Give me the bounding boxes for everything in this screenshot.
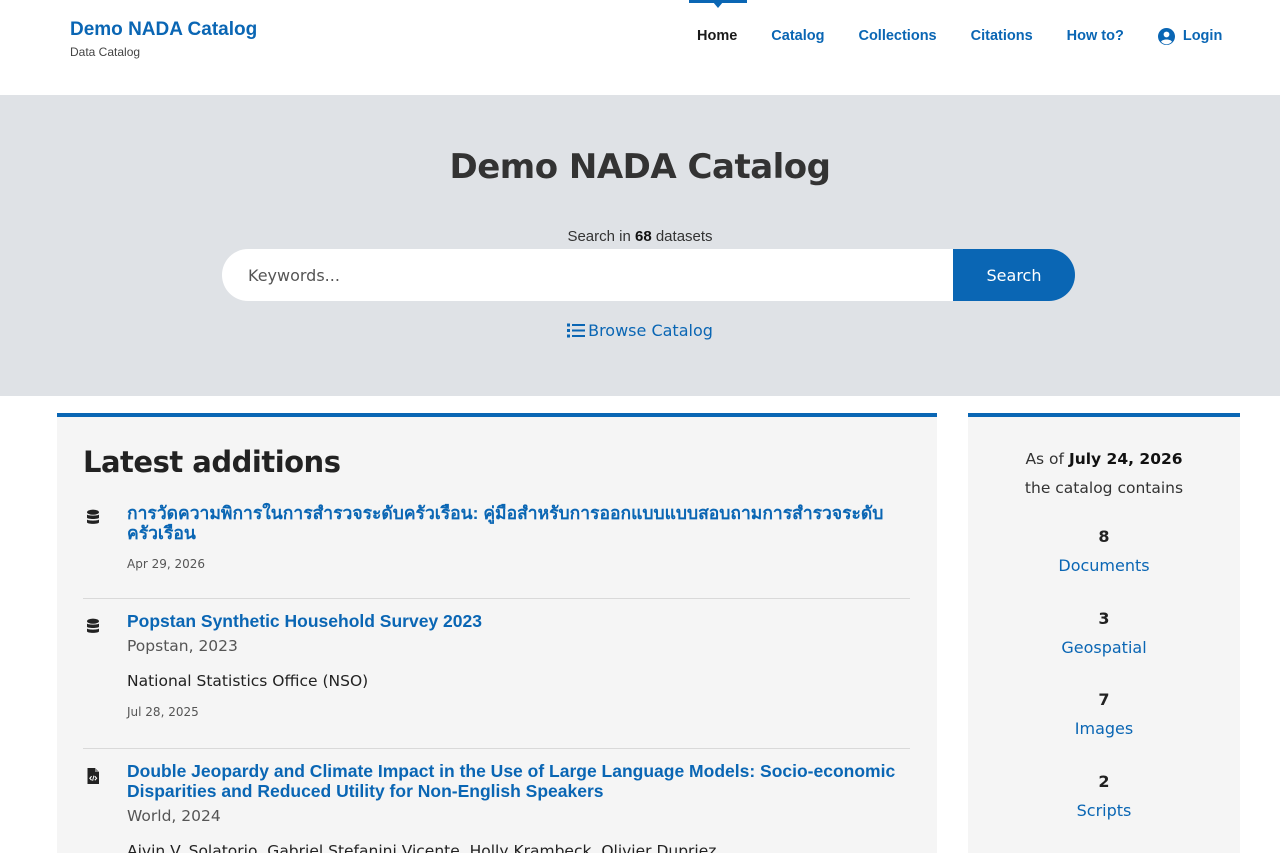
nav-how-to[interactable]: How to? [1067,27,1124,45]
site-header: Demo NADA Catalog Data Catalog Home Cata… [0,0,1280,95]
latest-additions-heading: Latest additions [83,445,341,479]
main-nav: Home Catalog Collections Citations How t… [689,0,1223,45]
stats-asof-text: As of July 24, 2026 the catalog contains [968,445,1240,503]
code-file-icon [87,768,99,784]
database-icon [87,618,99,633]
database-icon [87,509,99,524]
stat-geospatial-link[interactable]: Geospatial [968,638,1240,657]
keywords-search-input[interactable] [222,249,953,301]
item-country-year: Popstan, 2023 [127,637,238,655]
hero-search-section: Demo NADA Catalog Search in 68 datasets … [0,95,1280,396]
stat-geospatial: 3 Geospatial [968,609,1240,657]
nav-citations[interactable]: Citations [971,27,1033,45]
list-item: Double Jeopardy and Climate Impact in th… [83,748,910,853]
search-button[interactable]: Search [953,249,1075,301]
list-item: Popstan Synthetic Household Survey 2023 … [83,598,910,719]
brand-title-link[interactable]: Demo NADA Catalog [70,19,257,41]
stat-images-link[interactable]: Images [968,719,1240,738]
stat-count: 2 [1098,772,1110,791]
item-title-link[interactable]: Double Jeopardy and Climate Impact in th… [127,761,910,801]
nav-collections[interactable]: Collections [858,27,936,45]
item-country-year: World, 2024 [127,807,221,825]
brand: Demo NADA Catalog Data Catalog [70,19,257,59]
stat-count: 7 [1098,690,1110,709]
asof-date: July 24, 2026 [1068,450,1183,468]
nav-how-to-label: How to? [1066,28,1124,44]
nav-login[interactable]: Login [1157,27,1223,45]
nav-collections-label: Collections [858,28,937,44]
stat-documents: 8 Documents [968,527,1240,575]
hero-title: Demo NADA Catalog [449,147,832,187]
stat-scripts: 2 Scripts [968,772,1240,820]
nav-home[interactable]: Home [689,0,747,45]
dataset-count: 68 [634,228,652,245]
stat-count: 3 [1098,609,1110,628]
count-suffix: datasets [655,228,713,245]
stat-count: 8 [1098,527,1110,546]
item-body: Double Jeopardy and Climate Impact in th… [127,761,910,853]
item-body: การวัดความพิการในการสำรวจระดับครัวเรือน:… [127,503,910,571]
stat-scripts-link[interactable]: Scripts [968,801,1240,820]
item-date: Jul 28, 2025 [127,705,199,719]
item-title-link[interactable]: การวัดความพิการในการสำรวจระดับครัวเรือน:… [127,503,910,543]
contains-text: the catalog contains [1024,479,1184,497]
catalog-stats-panel: As of July 24, 2026 the catalog contains… [968,413,1240,853]
search-bar: Search [222,249,1075,301]
item-title-link[interactable]: Popstan Synthetic Household Survey 2023 [127,611,910,631]
list-item: การวัดความพิการในการสำรวจระดับครัวเรือน:… [83,503,910,571]
nav-home-label: Home [697,28,738,44]
brand-subtitle: Data Catalog [70,45,141,59]
list-icon [567,323,586,338]
stat-images: 7 Images [968,690,1240,738]
item-authors: Aivin V. Solatorio, Gabriel Stefanini Vi… [127,842,717,853]
count-prefix: Search in [567,228,631,245]
nav-catalog[interactable]: Catalog [771,27,824,45]
latest-additions-panel: Latest additions การวัดความพิการในการสำร… [57,413,937,853]
stat-documents-link[interactable]: Documents [968,556,1240,575]
item-organization: National Statistics Office (NSO) [127,672,369,690]
user-circle-icon [1157,27,1175,45]
active-nav-indicator [689,0,747,8]
browse-catalog-link[interactable]: Browse Catalog [0,321,1280,340]
nav-login-label: Login [1182,28,1223,44]
item-body: Popstan Synthetic Household Survey 2023 … [127,611,910,719]
item-date: Apr 29, 2026 [127,557,206,571]
nav-catalog-label: Catalog [771,28,825,44]
nav-citations-label: Citations [970,28,1033,44]
browse-catalog-label: Browse Catalog [588,321,713,340]
asof-prefix: As of [1025,450,1064,468]
dataset-count-text: Search in 68 datasets [0,228,1280,245]
